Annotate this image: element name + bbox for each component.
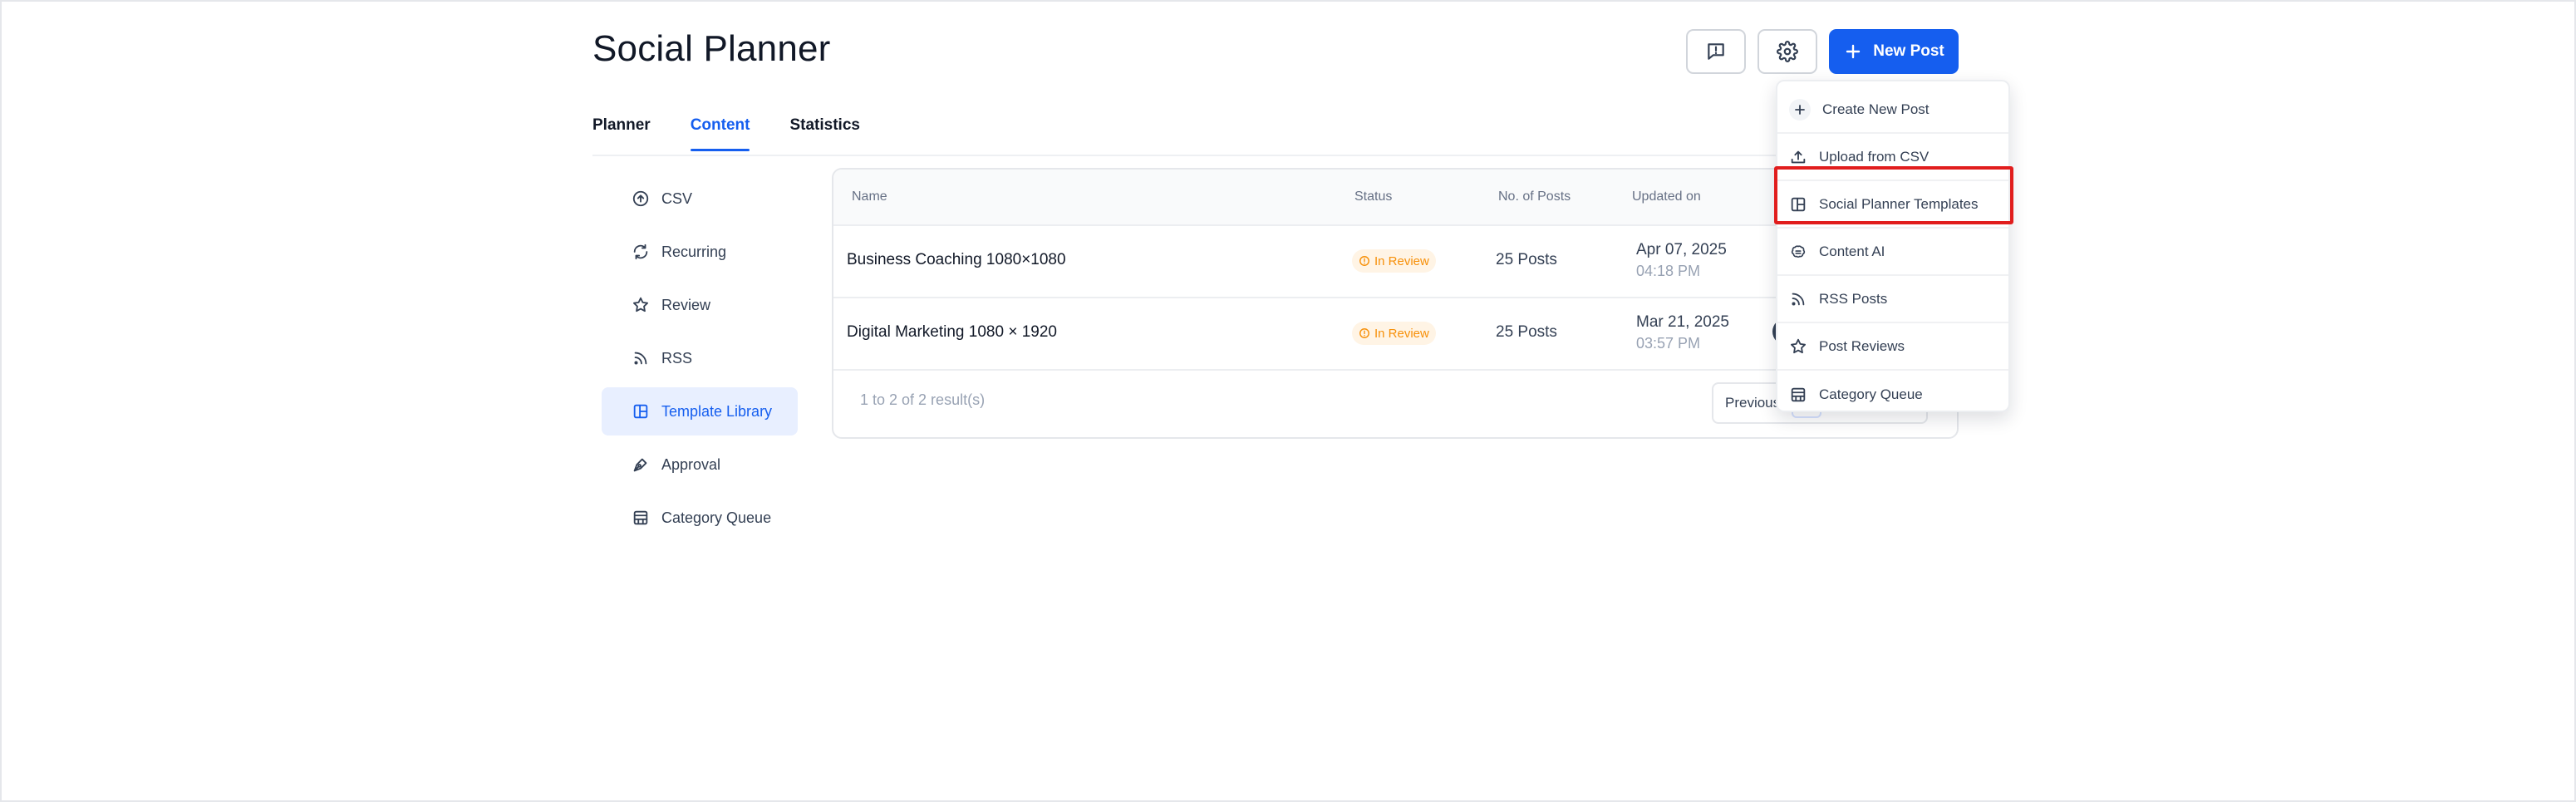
updated-time: 03:57 PM (1636, 335, 1701, 352)
results-count: 1 to 2 of 2 result(s) (860, 391, 986, 408)
menu-item-label: Create New Post (1822, 101, 1930, 117)
pen-tool-icon (633, 458, 647, 472)
gear-icon (1777, 41, 1798, 62)
template-icon (633, 404, 648, 419)
tabs-divider (592, 155, 1959, 156)
template-name[interactable]: Business Coaching 1080×1080 (847, 251, 1066, 269)
message-alert-icon (1708, 43, 1724, 60)
sidebar-item-review[interactable]: Review (602, 281, 798, 329)
upload-circle-icon (632, 190, 649, 207)
sidebar-item-label: RSS (661, 349, 693, 367)
menu-item-label: RSS Posts (1819, 290, 1888, 307)
upload-icon (1791, 150, 1806, 163)
menu-item-social-planner-templates[interactable]: Social Planner Templates (1777, 181, 2008, 229)
clock-alert-icon (1359, 256, 1369, 266)
tab-content[interactable]: Content (690, 116, 750, 151)
sidebar-item-label: Template Library (661, 402, 773, 420)
status-badge: In Review (1352, 322, 1436, 345)
settings-button[interactable] (1757, 29, 1817, 74)
updated-date: Mar 21, 2025 (1636, 313, 1729, 331)
sidebar-item-label: Category Queue (661, 509, 772, 526)
menu-item-label: Category Queue (1819, 386, 1923, 402)
tab-statistics[interactable]: Statistics (789, 116, 859, 151)
rss-icon (1792, 293, 1805, 306)
status-text: In Review (1374, 253, 1429, 268)
sidebar-item-template-library[interactable]: Template Library (602, 387, 798, 435)
menu-item-upload-from-csv[interactable]: Upload from CSV (1777, 134, 2008, 181)
sidebar-item-label: CSV (661, 189, 693, 207)
sidebar-item-category-queue[interactable]: Category Queue (602, 494, 798, 542)
sidebar-item-recurring[interactable]: Recurring (602, 228, 798, 276)
ai-brain-icon (1791, 244, 1806, 258)
previous-button[interactable]: Previous (1725, 395, 1780, 411)
new-post-label: New Post (1873, 42, 1944, 60)
updated-date: Apr 07, 2025 (1636, 241, 1727, 258)
column-header-posts: No. of Posts (1498, 189, 1571, 204)
status-badge: In Review (1352, 249, 1436, 273)
calendar-grid-icon (633, 510, 648, 525)
main-tabs: Planner Content Statistics (592, 116, 860, 151)
plus-icon (1789, 98, 1811, 121)
star-icon (1791, 338, 1806, 353)
menu-item-label: Post Reviews (1819, 337, 1905, 354)
new-post-button[interactable]: New Post (1829, 29, 1959, 74)
post-count: 25 Posts (1496, 323, 1557, 341)
content-sidebar: CSV Recurring Review RSS Template Librar… (602, 175, 798, 547)
menu-item-label: Social Planner Templates (1819, 195, 1979, 212)
column-header-name: Name (852, 189, 887, 204)
sidebar-item-label: Recurring (661, 243, 727, 260)
sidebar-item-rss[interactable]: RSS (602, 334, 798, 382)
star-icon (633, 297, 648, 312)
menu-item-create-new-post[interactable]: Create New Post (1777, 86, 2008, 134)
menu-item-label: Upload from CSV (1819, 148, 1930, 165)
status-text: In Review (1374, 326, 1429, 341)
rss-icon (634, 352, 647, 365)
column-header-updated: Updated on (1632, 189, 1701, 204)
refresh-icon (633, 244, 648, 260)
plus-icon (1846, 44, 1861, 59)
tab-planner[interactable]: Planner (592, 116, 651, 151)
menu-item-rss-posts[interactable]: RSS Posts (1777, 276, 2008, 323)
feedback-button[interactable] (1686, 29, 1746, 74)
page-title: Social Planner (592, 28, 831, 69)
new-post-dropdown: Create New Post Upload from CSV Social P… (1776, 80, 2010, 412)
menu-item-post-reviews[interactable]: Post Reviews (1777, 323, 2008, 371)
menu-item-label: Content AI (1819, 243, 1885, 259)
menu-item-content-ai[interactable]: Content AI (1777, 229, 2008, 276)
template-name[interactable]: Digital Marketing 1080 × 1920 (847, 323, 1057, 342)
column-header-status: Status (1354, 189, 1393, 204)
clock-alert-icon (1359, 328, 1369, 338)
template-icon (1791, 197, 1806, 211)
post-count: 25 Posts (1496, 251, 1557, 268)
sidebar-item-approval[interactable]: Approval (602, 440, 798, 489)
sidebar-item-label: Approval (661, 455, 721, 473)
sidebar-item-csv[interactable]: CSV (602, 175, 798, 223)
updated-time: 04:18 PM (1636, 263, 1701, 279)
calendar-grid-icon (1791, 387, 1806, 401)
menu-item-category-queue[interactable]: Category Queue (1777, 371, 2008, 418)
sidebar-item-label: Review (661, 296, 711, 313)
